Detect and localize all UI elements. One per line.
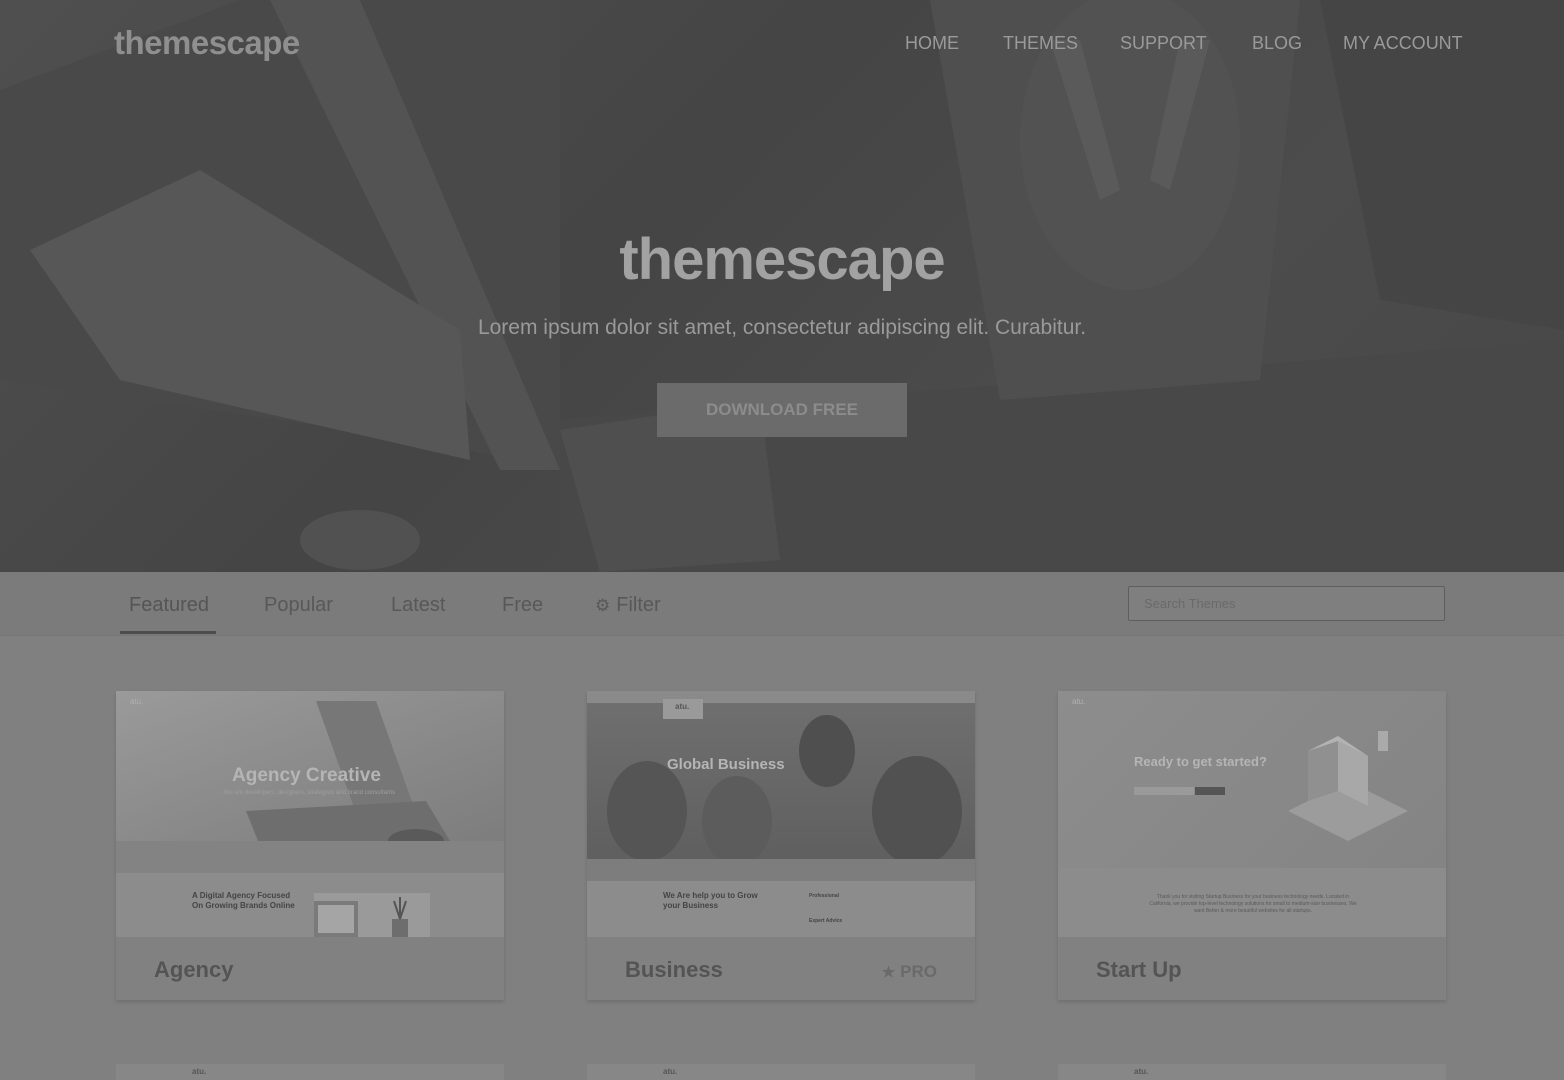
thumb-banner-strip bbox=[587, 859, 975, 881]
thumb-section-heading: We Are help you to Grow your Business bbox=[663, 891, 758, 910]
thumb-topbar bbox=[587, 691, 975, 703]
thumb-feature-1: Professional bbox=[809, 893, 840, 899]
thumb-headline: Agency Creative bbox=[232, 765, 381, 786]
team-photo bbox=[607, 715, 962, 861]
theme-card-row2-2[interactable]: atu. bbox=[587, 1064, 975, 1080]
theme-card-row2-1[interactable]: atu. bbox=[116, 1064, 504, 1080]
thumb-section-heading: A Digital Agency Focused On Growing Bran… bbox=[192, 891, 295, 910]
theme-card-footer: Business ★ PRO bbox=[587, 937, 975, 1000]
pro-badge: ★ PRO bbox=[882, 962, 937, 982]
pro-badge-label: PRO bbox=[900, 962, 937, 981]
theme-title[interactable]: Start Up bbox=[1096, 957, 1182, 983]
nav-themes[interactable]: THEMES bbox=[1003, 33, 1078, 54]
tab-filter[interactable]: ⚙ Filter bbox=[595, 594, 661, 617]
active-tab-indicator bbox=[120, 631, 216, 634]
thumb-brand: atu. bbox=[675, 702, 690, 711]
isometric-city-image bbox=[1288, 731, 1408, 841]
star-icon: ★ bbox=[881, 964, 896, 981]
nav-home[interactable]: HOME bbox=[905, 33, 959, 54]
thumb-brand: atu. bbox=[1072, 697, 1086, 706]
nav-blog[interactable]: BLOG bbox=[1252, 33, 1302, 54]
tab-featured[interactable]: Featured bbox=[129, 594, 209, 617]
theme-title[interactable]: Agency bbox=[154, 957, 233, 983]
thumb-feature-2: Expert Advice bbox=[809, 918, 843, 924]
search-themes-input[interactable] bbox=[1128, 586, 1445, 621]
thumb-hero: atu. Global Business bbox=[587, 691, 975, 881]
thumb-brand: atu. bbox=[1134, 1067, 1149, 1076]
thumb-headline: Ready to get started? bbox=[1134, 754, 1267, 769]
download-free-button[interactable]: DOWNLOAD FREE bbox=[657, 383, 907, 437]
theme-card-business[interactable]: atu. Global Business We Are help you to … bbox=[587, 691, 975, 1000]
tab-popular[interactable]: Popular bbox=[264, 594, 333, 617]
thumb-hero: atu. Ready to get started? bbox=[1058, 691, 1446, 868]
thumb-lower-section: We Are help you to Grow your Business Pr… bbox=[587, 881, 975, 937]
thumb-email-field bbox=[1134, 787, 1194, 795]
thumb-hero: atu. Agency Creative We are developers, … bbox=[116, 691, 504, 873]
tab-free[interactable]: Free bbox=[502, 594, 543, 617]
gear-icon: ⚙ bbox=[595, 596, 611, 615]
theme-card-footer: Agency bbox=[116, 937, 504, 1000]
theme-thumbnail[interactable]: atu. Agency Creative We are developers, … bbox=[116, 691, 504, 937]
thumb-brand: atu. bbox=[130, 697, 144, 706]
theme-thumbnail[interactable]: atu. Ready to get started? Thank you for… bbox=[1058, 691, 1446, 937]
thumb-lower-section: Thank you for visiting Startup Business … bbox=[1058, 868, 1446, 937]
theme-card-agency[interactable]: atu. Agency Creative We are developers, … bbox=[116, 691, 504, 1000]
theme-card-startup[interactable]: atu. Ready to get started? Thank you for… bbox=[1058, 691, 1446, 1000]
hero-subtitle: Lorem ipsum dolor sit amet, consectetur … bbox=[477, 316, 1087, 339]
hero-title: themescape bbox=[619, 227, 945, 292]
filter-label: Filter bbox=[616, 594, 661, 616]
nav-support[interactable]: SUPPORT bbox=[1120, 33, 1207, 54]
main-nav: HOME THEMES SUPPORT BLOG MY ACCOUNT bbox=[0, 33, 1564, 57]
theme-thumbnail[interactable]: atu. Global Business We Are help you to … bbox=[587, 691, 975, 937]
hero-section: themescape HOME THEMES SUPPORT BLOG MY A… bbox=[0, 0, 1564, 572]
thumb-headline: Global Business bbox=[667, 756, 785, 773]
tab-latest[interactable]: Latest bbox=[391, 594, 445, 617]
theme-card-footer: Start Up bbox=[1058, 937, 1446, 1000]
thumb-tagline: We are developers, designers, strategist… bbox=[224, 790, 395, 796]
thumb-brand: atu. bbox=[663, 1067, 678, 1076]
thumb-brand: atu. bbox=[192, 1067, 207, 1076]
thumb-body-text: Thank you for visiting Startup Business … bbox=[1149, 894, 1357, 914]
thumb-lower-section: A Digital Agency Focused On Growing Bran… bbox=[116, 873, 504, 937]
desk-image bbox=[314, 893, 430, 937]
theme-card-row2-3[interactable]: atu. bbox=[1058, 1064, 1446, 1080]
thumb-submit-button bbox=[1195, 787, 1225, 795]
nav-my-account[interactable]: MY ACCOUNT bbox=[1343, 33, 1463, 54]
theme-title[interactable]: Business bbox=[625, 957, 723, 983]
